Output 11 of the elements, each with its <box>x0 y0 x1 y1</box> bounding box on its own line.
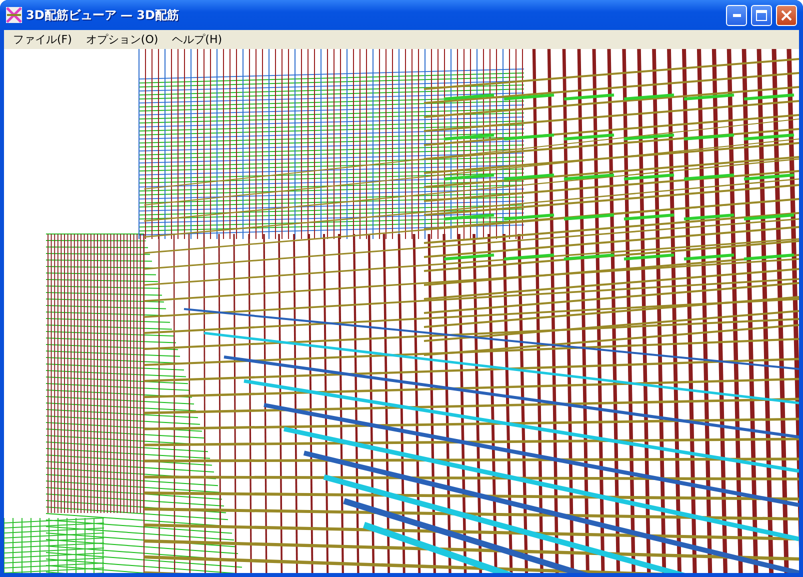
minimize-icon <box>732 14 740 16</box>
maximize-icon <box>756 10 767 20</box>
maximize-button[interactable] <box>751 4 772 26</box>
app-icon <box>6 7 22 23</box>
close-button[interactable] <box>776 4 797 26</box>
close-icon <box>781 10 792 20</box>
menu-item[interactable]: オプション(O) <box>78 32 166 47</box>
menu-item[interactable]: ヘルプ(H) <box>165 32 230 47</box>
menu-item[interactable]: ファイル(F) <box>6 32 79 47</box>
window-title: 3D配筋ビューア — 3D配筋 <box>26 6 180 24</box>
minimize-button[interactable] <box>726 4 747 26</box>
